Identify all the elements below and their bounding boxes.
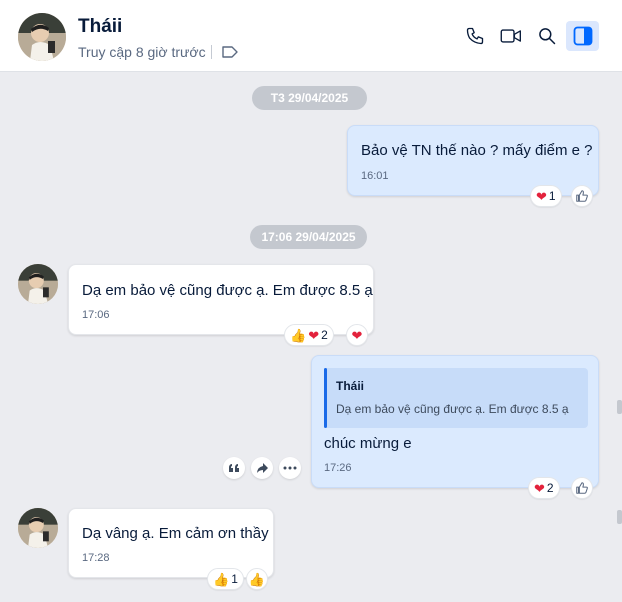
message-text: chúc mừng e bbox=[324, 435, 412, 452]
scrollbar-marker bbox=[617, 510, 622, 524]
reaction-summary[interactable]: 👍 ❤ 2 bbox=[284, 324, 334, 346]
date-divider: T3 29/04/2025 bbox=[252, 86, 367, 110]
reaction-summary[interactable]: ❤ 2 bbox=[528, 477, 560, 499]
outgoing-message-bubble[interactable]: Tháii Dạ em bảo vệ cũng được ạ. Em được … bbox=[311, 355, 599, 488]
side-panel-icon[interactable] bbox=[566, 21, 599, 51]
heart-reaction-icon: ❤ bbox=[534, 480, 545, 496]
reaction-count: 1 bbox=[231, 572, 238, 586]
reaction-summary[interactable]: 👍 1 bbox=[207, 568, 244, 590]
video-call-icon[interactable] bbox=[498, 24, 524, 48]
quoted-message[interactable]: Tháii Dạ em bảo vệ cũng được ạ. Em được … bbox=[324, 368, 588, 428]
incoming-message-bubble[interactable]: Dạ vâng ạ. Em cảm ơn thầy 17:28 bbox=[68, 508, 274, 578]
message-time: 17:28 bbox=[82, 552, 110, 564]
heart-reaction-icon: ❤ bbox=[536, 188, 547, 204]
contact-name[interactable]: Tháii bbox=[78, 16, 122, 38]
like-reaction-button[interactable] bbox=[571, 477, 593, 499]
contact-avatar[interactable] bbox=[18, 13, 66, 61]
phone-icon[interactable] bbox=[463, 24, 487, 48]
search-icon[interactable] bbox=[535, 24, 559, 48]
message-text: Dạ em bảo vệ cũng được ạ. Em được 8.5 ạ bbox=[82, 282, 373, 299]
message-time: 17:06 bbox=[82, 309, 110, 321]
like-reaction-button[interactable] bbox=[571, 185, 593, 207]
my-reaction-button[interactable]: ❤ bbox=[346, 324, 368, 346]
reaction-summary[interactable]: ❤ 1 bbox=[530, 185, 562, 207]
thumb-up-reaction-icon: 👍 bbox=[213, 571, 230, 587]
quote-icon[interactable] bbox=[223, 457, 245, 479]
chat-header: Tháii Truy cập 8 giờ trước bbox=[0, 0, 622, 72]
thumb-up-outline-icon bbox=[576, 190, 588, 202]
quoted-author: Tháii bbox=[336, 379, 365, 393]
my-reaction-button[interactable]: 👍 bbox=[246, 568, 268, 590]
reaction-count: 1 bbox=[548, 189, 556, 203]
message-text: Bảo vệ TN thế nào ? mấy điểm e ? bbox=[361, 142, 593, 159]
heart-reaction-icon: ❤ bbox=[308, 327, 320, 343]
last-seen-status: Truy cập 8 giờ trước bbox=[78, 44, 206, 60]
quoted-text: Dạ em bảo vệ cũng được ạ. Em được 8.5 ạ bbox=[336, 402, 569, 416]
thumb-up-reaction-icon: 👍 bbox=[290, 327, 307, 343]
thumb-up-reaction-icon: 👍 bbox=[248, 571, 266, 587]
reaction-count: 2 bbox=[546, 481, 554, 495]
message-text: Dạ vâng ạ. Em cảm ơn thầy bbox=[82, 525, 269, 542]
quote-accent-bar bbox=[324, 368, 327, 428]
divider bbox=[211, 45, 212, 59]
date-divider: 17:06 29/04/2025 bbox=[250, 225, 367, 249]
outgoing-message-bubble[interactable]: Bảo vệ TN thế nào ? mấy điểm e ? 16:01 bbox=[347, 125, 599, 196]
tag-icon[interactable] bbox=[221, 44, 239, 60]
message-time: 16:01 bbox=[361, 170, 389, 182]
contact-avatar[interactable] bbox=[18, 264, 58, 304]
message-time: 17:26 bbox=[324, 462, 352, 474]
scrollbar-marker bbox=[617, 400, 622, 414]
forward-icon[interactable] bbox=[251, 457, 273, 479]
contact-avatar[interactable] bbox=[18, 508, 58, 548]
heart-reaction-icon: ❤ bbox=[351, 327, 363, 343]
reaction-count: 2 bbox=[321, 328, 328, 342]
more-icon[interactable] bbox=[279, 457, 301, 479]
thumb-up-outline-icon bbox=[576, 482, 588, 494]
